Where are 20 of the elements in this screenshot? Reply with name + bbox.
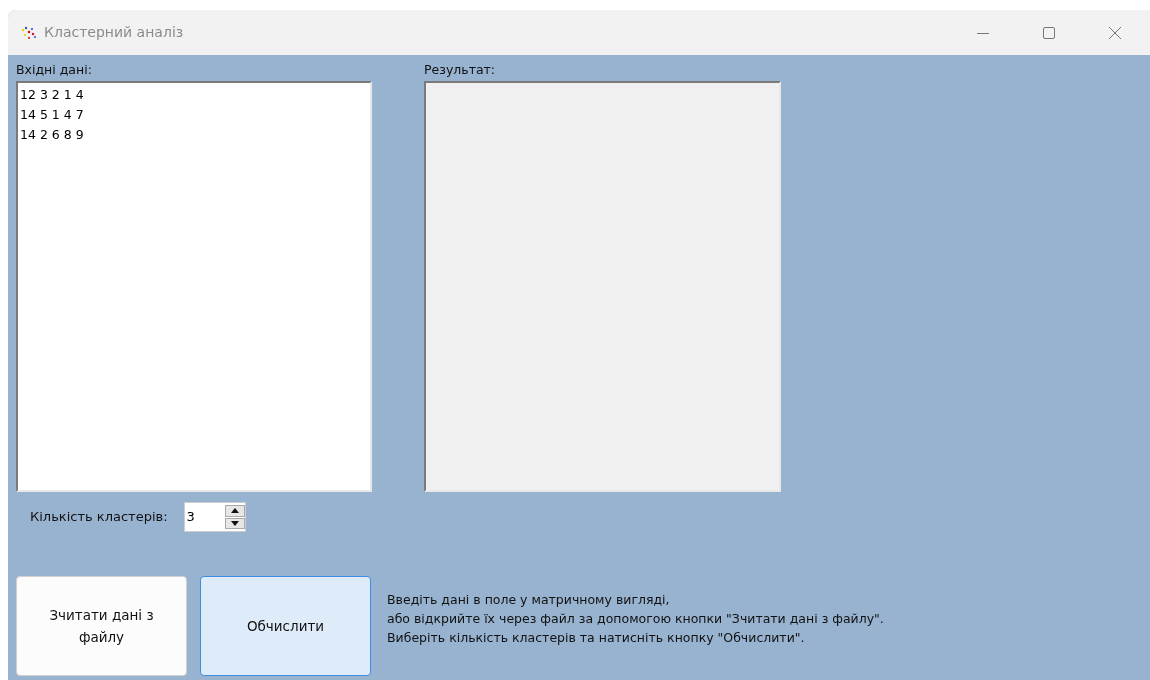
field-label: Вхідні дані: — [16, 61, 93, 79]
number-input[interactable]: 3 — [184, 503, 223, 531]
instruction-text: Введіть дані в поле у матричному вигляді, — [387, 591, 671, 609]
close-icon[interactable] — [1108, 25, 1122, 40]
scatter-dots-icon — [20, 24, 38, 41]
action-button[interactable]: Зчитати дані з файлу — [16, 576, 187, 676]
spinner-field[interactable]: 3 — [183, 502, 246, 532]
action-button[interactable]: Обчислити — [200, 576, 371, 676]
window-title: Кластерний аналіз — [44, 23, 184, 42]
field-label: Кількість кластерів: — [30, 508, 168, 527]
result-field[interactable] — [424, 81, 781, 492]
input-field[interactable]: 12 3 2 1 4 14 5 1 4 7 14 2 6 8 9 — [16, 81, 372, 492]
maximize-icon[interactable] — [1042, 25, 1056, 40]
down-arrow-icon[interactable] — [230, 520, 239, 526]
instruction-text: або відкрийте їх через файл за допомогою кнопки "Зчитати дані з файлу". — [387, 610, 884, 628]
spin-down-button[interactable] — [224, 517, 245, 529]
spin-up-button[interactable] — [224, 505, 245, 517]
up-arrow-icon[interactable] — [230, 508, 239, 514]
instruction-text: Виберіть кількість кластерів та натисніть кнопку "Обчислити". — [387, 629, 806, 647]
field-label: Результат: — [424, 61, 497, 79]
